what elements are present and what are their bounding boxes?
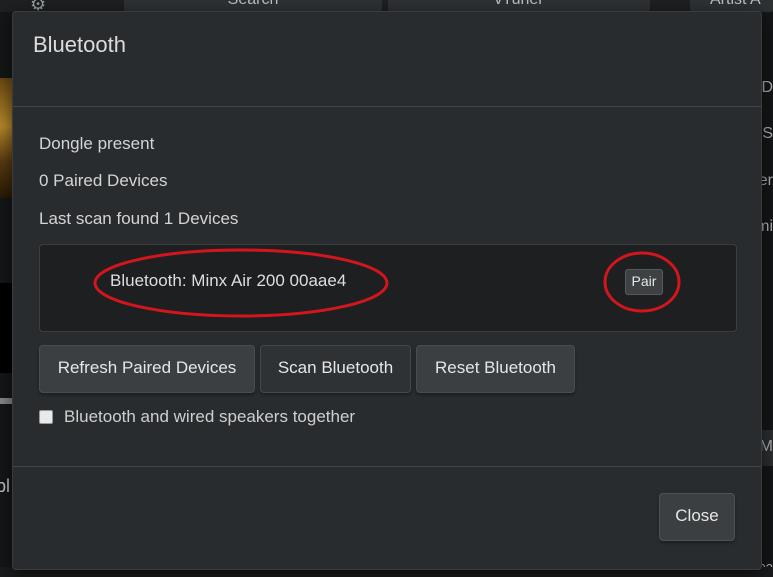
scan-result: Last scan found 1 Devices bbox=[39, 209, 239, 228]
pair-button[interactable]: Pair bbox=[625, 269, 663, 295]
reset-bluetooth-button[interactable]: Reset Bluetooth bbox=[416, 345, 575, 393]
scan-bluetooth-button[interactable]: Scan Bluetooth bbox=[260, 345, 411, 393]
device-list: Bluetooth: Minx Air 200 00aae4 Pair bbox=[39, 244, 737, 332]
paired-devices-count: 0 Paired Devices bbox=[39, 171, 168, 190]
dialog-footer-divider bbox=[13, 466, 761, 467]
background-text-fragment: pl bbox=[0, 476, 11, 496]
dialog-header: Bluetooth bbox=[13, 12, 761, 107]
device-name: Bluetooth: Minx Air 200 00aae4 bbox=[110, 271, 347, 290]
speakers-together-checkbox[interactable] bbox=[39, 410, 53, 424]
bluetooth-dialog: Bluetooth Dongle present 0 Paired Device… bbox=[12, 11, 762, 570]
refresh-paired-devices-button[interactable]: Refresh Paired Devices bbox=[39, 345, 255, 393]
dialog-title: Bluetooth bbox=[33, 32, 126, 57]
speakers-together-label[interactable]: Bluetooth and wired speakers together bbox=[64, 407, 355, 427]
close-button[interactable]: Close bbox=[659, 493, 735, 541]
dongle-status: Dongle present bbox=[39, 134, 155, 153]
